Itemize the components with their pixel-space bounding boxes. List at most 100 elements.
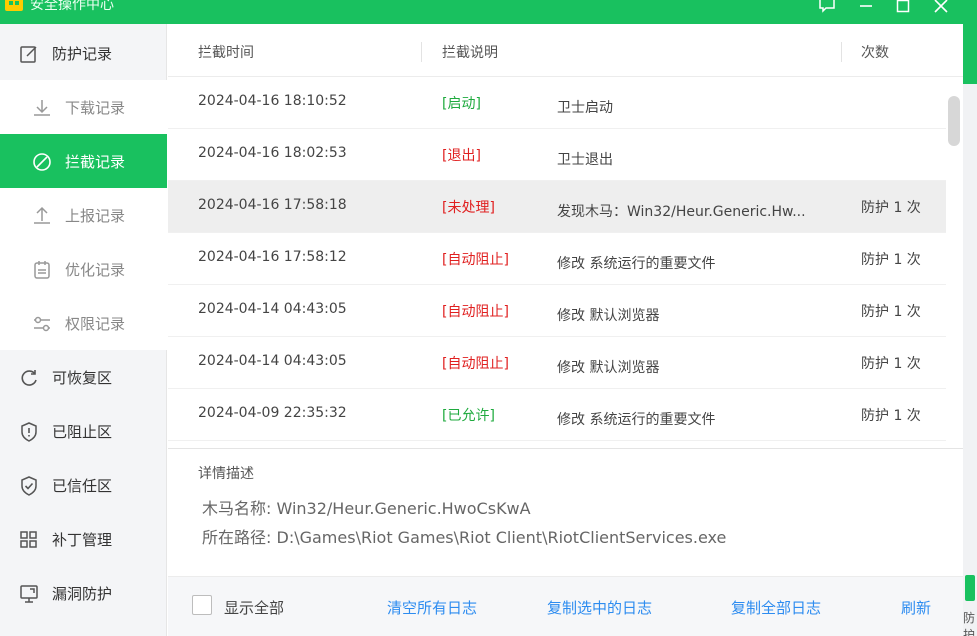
row-time: 2024-04-14 04:43:05 <box>198 301 347 317</box>
records-list: 2024-04-16 18:10:52 [启动] 卫士启动 2024-04-16… <box>168 77 946 441</box>
detail-path-value: D:\Games\Riot Games\Riot Client\RiotClie… <box>276 528 727 547</box>
row-time: 2024-04-09 22:35:32 <box>198 405 347 421</box>
column-divider[interactable] <box>421 42 422 62</box>
close-button[interactable] <box>930 0 952 16</box>
copy-all-logs-link[interactable]: 复制全部日志 <box>731 597 821 618</box>
sidebar-item-label: 优化记录 <box>65 260 126 279</box>
maximize-button[interactable] <box>892 0 914 16</box>
minimize-button[interactable] <box>855 0 877 16</box>
title-bar: 安全操作中心 <box>0 0 963 24</box>
grid-icon <box>18 529 40 551</box>
row-count: 防护 1 次 <box>861 200 921 216</box>
clipboard-icon <box>31 259 53 281</box>
table-header: 拦截时间 拦截说明 次数 <box>168 24 963 77</box>
detail-path-label: 所在路径: <box>202 528 272 547</box>
sidebar-item-label: 漏洞防护 <box>52 584 113 603</box>
sidebar-item-trusted[interactable]: 已信任区 <box>0 458 167 512</box>
row-status-tag: [启动] <box>442 96 481 112</box>
row-description: 发现木马：Win32/Heur.Generic.Hw... <box>557 204 806 220</box>
sidebar: 防护记录 下载记录 拦截记录 上报记录 优化记录 权限记录 可恢复区 已阻止区 … <box>0 24 167 636</box>
detail-panel: 详情描述 木马名称: Win32/Heur.Generic.HwoCsKwA 所… <box>168 448 963 575</box>
monitor-icon <box>18 583 40 605</box>
background-window-badge <box>965 575 975 601</box>
column-header-description[interactable]: 拦截说明 <box>442 42 498 62</box>
row-description: 修改 系统运行的重要文件 <box>557 412 716 428</box>
show-all-checkbox[interactable] <box>192 595 212 615</box>
detail-trojan-value: Win32/Heur.Generic.HwoCsKwA <box>276 499 531 518</box>
table-row[interactable]: 2024-04-14 04:43:05 [自动阻止] 修改 默认浏览器 防护 1… <box>168 337 946 389</box>
row-time: 2024-04-16 17:58:12 <box>198 249 347 265</box>
row-count: 防护 1 次 <box>861 408 921 424</box>
sidebar-item-optimize-records[interactable]: 优化记录 <box>0 242 167 296</box>
row-status-tag: [自动阻止] <box>442 252 509 268</box>
app-logo-icon <box>5 0 23 11</box>
sidebar-item-label: 防护记录 <box>52 44 113 63</box>
table-row[interactable]: 2024-04-16 18:02:53 [退出] 卫士退出 <box>168 129 946 181</box>
row-description: 修改 默认浏览器 <box>557 308 660 324</box>
sidebar-item-label: 下载记录 <box>65 98 126 117</box>
sidebar-item-permission-records[interactable]: 权限记录 <box>0 296 167 350</box>
feedback-icon[interactable] <box>816 0 838 16</box>
sidebar-item-label: 上报记录 <box>65 206 126 225</box>
shield-alert-icon <box>18 421 40 443</box>
table-row[interactable]: 2024-04-09 22:35:32 [已允许] 修改 系统运行的重要文件 防… <box>168 389 946 441</box>
show-all-label[interactable]: 显示全部 <box>224 597 284 618</box>
sidebar-item-label: 拦截记录 <box>65 152 126 171</box>
column-header-time[interactable]: 拦截时间 <box>198 42 254 62</box>
column-header-count[interactable]: 次数 <box>861 42 889 62</box>
sidebar-item-blocked[interactable]: 已阻止区 <box>0 404 167 458</box>
row-count: 防护 1 次 <box>861 252 921 268</box>
background-window-header <box>963 0 977 84</box>
sidebar-item-label: 权限记录 <box>65 314 126 333</box>
row-description: 修改 系统运行的重要文件 <box>557 256 716 272</box>
row-status-tag: [自动阻止] <box>442 356 509 372</box>
row-status-tag: [自动阻止] <box>442 304 509 320</box>
row-description: 卫士退出 <box>557 152 613 168</box>
row-count: 防护 1 次 <box>861 304 921 320</box>
upload-icon <box>31 205 53 227</box>
column-divider[interactable] <box>841 42 842 62</box>
main-panel: 拦截时间 拦截说明 次数 2024-04-16 18:10:52 [启动] 卫士… <box>168 24 963 636</box>
sidebar-item-block-records[interactable]: 拦截记录 <box>0 134 167 188</box>
copy-selected-logs-link[interactable]: 复制选中的日志 <box>547 597 652 618</box>
row-count: 防护 1 次 <box>861 356 921 372</box>
detail-path-line: 所在路径: D:\Games\Riot Games\Riot Client\Ri… <box>202 524 726 548</box>
sidebar-item-patch-management[interactable]: 补丁管理 <box>0 512 167 566</box>
row-status-tag: [退出] <box>442 148 481 164</box>
refresh-link[interactable]: 刷新 <box>901 597 931 618</box>
sidebar-item-label: 已阻止区 <box>52 422 113 441</box>
edit-icon <box>18 43 40 65</box>
sidebar-item-vulnerability-protection[interactable]: 漏洞防护 <box>0 566 167 620</box>
table-row-selected[interactable]: 2024-04-16 17:58:18 [未处理] 发现木马：Win32/Heu… <box>168 181 946 233</box>
table-row[interactable]: 2024-04-14 04:43:05 [自动阻止] 修改 默认浏览器 防护 1… <box>168 285 946 337</box>
row-time: 2024-04-16 18:10:52 <box>198 93 347 109</box>
sliders-icon <box>31 313 53 335</box>
row-status-tag: [未处理] <box>442 200 495 216</box>
detail-trojan-line: 木马名称: Win32/Heur.Generic.HwoCsKwA <box>202 495 531 519</box>
sidebar-item-report-records[interactable]: 上报记录 <box>0 188 167 242</box>
sidebar-item-protection-records[interactable]: 防护记录 <box>0 26 167 80</box>
window-title: 安全操作中心 <box>30 0 114 13</box>
row-time: 2024-04-14 04:43:05 <box>198 353 347 369</box>
sidebar-item-label: 补丁管理 <box>52 530 113 549</box>
background-window-strip: 防护 <box>963 0 977 636</box>
table-row[interactable]: 2024-04-16 17:58:12 [自动阻止] 修改 系统运行的重要文件 … <box>168 233 946 285</box>
row-description: 卫士启动 <box>557 100 613 116</box>
row-description: 修改 默认浏览器 <box>557 360 660 376</box>
records-scrollbar-thumb[interactable] <box>948 96 960 146</box>
clear-all-logs-link[interactable]: 清空所有日志 <box>387 597 477 618</box>
sidebar-item-label: 已信任区 <box>52 476 113 495</box>
download-icon <box>31 97 53 119</box>
shield-check-icon <box>18 475 40 497</box>
row-status-tag: [已允许] <box>442 408 495 424</box>
row-time: 2024-04-16 18:02:53 <box>198 145 347 161</box>
row-time: 2024-04-16 17:58:18 <box>198 197 347 213</box>
sidebar-item-recoverable[interactable]: 可恢复区 <box>0 350 167 404</box>
sidebar-item-download-records[interactable]: 下载记录 <box>0 80 167 134</box>
footer-bar: 显示全部 清空所有日志 复制选中的日志 复制全部日志 刷新 <box>168 576 963 636</box>
table-row[interactable]: 2024-04-16 18:10:52 [启动] 卫士启动 <box>168 77 946 129</box>
block-icon <box>31 151 53 173</box>
sidebar-item-label: 可恢复区 <box>52 368 113 387</box>
background-window-text: 防护 <box>963 611 976 636</box>
detail-title: 详情描述 <box>198 466 254 482</box>
